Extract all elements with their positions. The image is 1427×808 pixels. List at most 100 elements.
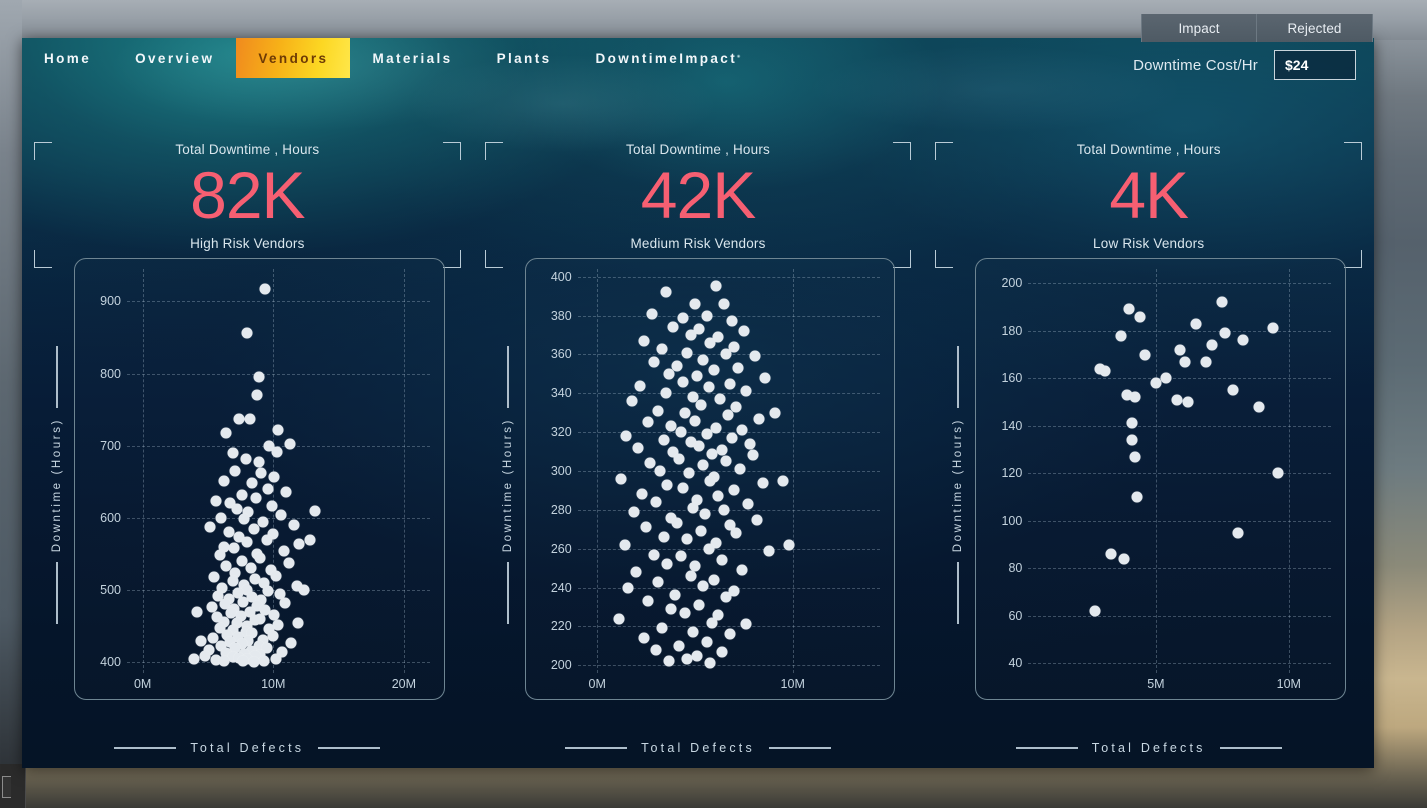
scatter-point[interactable] [1216, 296, 1228, 308]
scatter-point[interactable] [681, 653, 693, 665]
scatter-point[interactable] [1089, 605, 1101, 617]
scatter-point[interactable] [722, 409, 734, 421]
scatter-point[interactable] [769, 407, 781, 419]
scatter-point[interactable] [710, 280, 722, 292]
scatter-point[interactable] [689, 415, 701, 426]
scatter-point[interactable] [622, 582, 634, 594]
scatter-point[interactable] [270, 570, 282, 582]
scatter-point[interactable] [292, 617, 304, 628]
scatter-point[interactable] [675, 426, 687, 438]
scatter-point[interactable] [663, 368, 675, 380]
scatter-point[interactable] [687, 502, 699, 514]
scatter-point[interactable] [693, 599, 705, 611]
scatter-point[interactable] [227, 447, 239, 459]
scatter-point[interactable] [613, 613, 625, 625]
scatter-point[interactable] [661, 558, 673, 570]
scatter-point[interactable] [673, 453, 685, 465]
scatter-point[interactable] [652, 576, 664, 588]
scatter-point[interactable] [309, 505, 321, 517]
scatter-point[interactable] [255, 467, 267, 479]
scatter-point[interactable] [720, 455, 732, 467]
scatter-point[interactable] [669, 589, 681, 601]
scatter-point[interactable] [268, 471, 280, 483]
scatter-point[interactable] [704, 475, 716, 487]
scatter-point[interactable] [208, 571, 220, 583]
scatter-point[interactable] [231, 503, 243, 515]
scatter-point[interactable] [270, 653, 282, 665]
plot-panel[interactable]: 400 500 600 700 800 900 0M 10M 20M [74, 258, 445, 700]
scatter-point[interactable] [1131, 491, 1143, 503]
scatter-point[interactable] [262, 483, 274, 495]
scatter-point[interactable] [701, 310, 713, 322]
plot-panel[interactable]: 40 60 80 100 120 140 160 180 200 5M 10M [975, 258, 1347, 700]
plot-panel[interactable]: 200 220 240 260 280 300 320 340 360 380 400 0M 10M [524, 258, 896, 700]
scatter-point[interactable] [259, 283, 271, 295]
scatter-point[interactable] [210, 495, 222, 507]
nav-item-plants[interactable]: Plants [475, 38, 574, 78]
scatter-point[interactable] [763, 545, 775, 557]
scatter-point[interactable] [728, 484, 740, 496]
scatter-point[interactable] [236, 489, 248, 501]
scatter-point[interactable] [699, 508, 711, 520]
scatter-point[interactable] [220, 427, 232, 439]
scatter-point[interactable] [228, 542, 240, 554]
scatter-point[interactable] [697, 580, 709, 592]
scatter-point[interactable] [254, 552, 266, 564]
scatter-point[interactable] [248, 656, 260, 668]
scatter-point[interactable] [628, 506, 640, 518]
scatter-point[interactable] [693, 440, 705, 452]
scatter-point[interactable] [271, 446, 283, 458]
scatter-point[interactable] [258, 655, 270, 667]
scatter-point[interactable] [751, 514, 763, 526]
scatter-point[interactable] [747, 449, 759, 461]
scatter-point[interactable] [248, 523, 260, 535]
scatter-point[interactable] [736, 564, 748, 576]
scatter-point[interactable] [677, 376, 689, 388]
scatter-point[interactable] [685, 570, 697, 582]
scatter-point[interactable] [742, 498, 754, 510]
scatter-point[interactable] [710, 422, 722, 434]
scatter-point[interactable] [744, 438, 755, 450]
scatter-point[interactable] [654, 465, 666, 477]
scatter-point[interactable] [188, 653, 200, 665]
scatter-point[interactable] [642, 595, 654, 607]
scatter-point[interactable] [1099, 365, 1111, 377]
scatter-point[interactable] [704, 657, 716, 669]
scatter-point[interactable] [656, 343, 668, 355]
scatter-point[interactable] [667, 321, 679, 333]
scatter-point[interactable] [730, 527, 742, 539]
scatter-point[interactable] [642, 416, 654, 428]
scatter-point[interactable] [267, 630, 279, 641]
scatter-point[interactable] [656, 622, 668, 634]
scatter-point[interactable] [1174, 344, 1186, 356]
scatter-point[interactable] [697, 459, 709, 471]
scatter-point[interactable] [648, 549, 660, 561]
scatter-point[interactable] [298, 584, 310, 596]
scatter-point[interactable] [720, 348, 732, 360]
scatter-point[interactable] [279, 597, 291, 609]
scatter-point[interactable] [223, 526, 235, 538]
scatter-point[interactable] [304, 534, 316, 546]
scatter-point[interactable] [714, 393, 726, 405]
scatter-point[interactable] [644, 457, 656, 469]
scatter-point[interactable] [726, 432, 738, 444]
scatter-point[interactable] [218, 655, 230, 667]
scatter-point[interactable] [701, 636, 713, 648]
scatter-point[interactable] [740, 385, 752, 397]
scatter-point[interactable] [241, 536, 253, 548]
scatter-point[interactable] [726, 315, 738, 327]
scatter-point[interactable] [1206, 339, 1218, 351]
scatter-point[interactable] [283, 557, 295, 569]
nav-item-vendors[interactable]: Vendors [236, 38, 351, 78]
scatter-point[interactable] [660, 286, 672, 298]
scatter-point[interactable] [712, 490, 724, 502]
scatter-point[interactable] [724, 378, 736, 390]
scatter-point[interactable] [218, 475, 230, 487]
scatter-point[interactable] [261, 534, 273, 546]
nav-item-downtimeimpact[interactable]: DowntimeImpact [574, 38, 760, 78]
scatter-point[interactable] [734, 463, 746, 475]
scatter-point[interactable] [1253, 401, 1265, 413]
scatter-point[interactable] [1150, 377, 1162, 389]
scatter-point[interactable] [783, 539, 795, 551]
scatter-point[interactable] [240, 453, 252, 465]
